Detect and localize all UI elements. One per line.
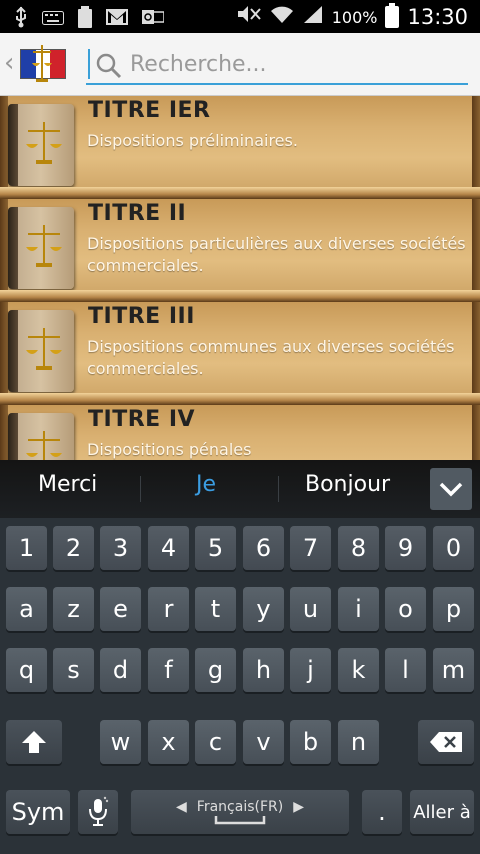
book-icon xyxy=(8,104,74,186)
mute-icon xyxy=(236,4,262,30)
key-5[interactable]: 5 xyxy=(195,526,236,570)
key-j[interactable]: j xyxy=(290,648,331,692)
item-title: TITRE II xyxy=(88,201,187,226)
chevron-left-icon: ◀ xyxy=(176,799,187,815)
key-4[interactable]: 4 xyxy=(148,526,189,570)
usb-icon xyxy=(14,6,28,34)
list-item[interactable]: TITRE IER Dispositions préliminaires. xyxy=(0,96,480,199)
chevron-down-icon xyxy=(439,482,463,497)
language-switcher: ◀ Français(FR) ▶ xyxy=(176,799,304,815)
key-t[interactable]: t xyxy=(195,587,236,631)
language-label: Français(FR) xyxy=(196,799,284,815)
key-o[interactable]: o xyxy=(385,587,426,631)
key-7[interactable]: 7 xyxy=(290,526,331,570)
item-description: Dispositions préliminaires. xyxy=(87,131,298,150)
period-key[interactable]: . xyxy=(362,790,402,834)
voice-input-key[interactable] xyxy=(78,790,118,834)
keyboard-icon xyxy=(42,9,64,31)
sym-key[interactable]: Sym xyxy=(6,790,70,834)
key-g[interactable]: g xyxy=(195,648,236,692)
key-w[interactable]: w xyxy=(100,720,141,764)
book-icon xyxy=(8,310,74,392)
shift-key[interactable] xyxy=(6,720,62,764)
suggestion-je[interactable]: Je xyxy=(196,472,216,497)
scales-icon xyxy=(32,45,52,82)
item-title: TITRE IV xyxy=(88,407,196,432)
suggestion-bonjour[interactable]: Bonjour xyxy=(305,472,390,497)
key-z[interactable]: z xyxy=(53,587,94,631)
collapse-suggestions-button[interactable] xyxy=(430,468,472,510)
back-chevron-icon[interactable]: ‹ xyxy=(4,49,14,77)
key-u[interactable]: u xyxy=(290,587,331,631)
key-x[interactable]: x xyxy=(148,720,189,764)
key-d[interactable]: d xyxy=(100,648,141,692)
microphone-icon xyxy=(89,796,109,826)
suggestion-merci[interactable]: Merci xyxy=(38,472,97,497)
space-bar-icon xyxy=(214,816,266,825)
list-item[interactable]: TITRE IV Dispositions pénales xyxy=(0,405,480,460)
list-item[interactable]: TITRE II Dispositions particulières aux … xyxy=(0,199,480,302)
key-area: 1 2 3 4 5 6 7 8 9 0 a z e r t y u i o p … xyxy=(0,518,480,854)
item-title: TITRE IER xyxy=(88,98,211,123)
titres-list: TITRE IER Dispositions préliminaires. TI… xyxy=(0,96,480,460)
key-k[interactable]: k xyxy=(338,648,379,692)
battery-icon xyxy=(385,3,400,28)
suggestion-bar: Merci Je Bonjour xyxy=(0,460,480,518)
go-key[interactable]: Aller à xyxy=(410,790,474,834)
chevron-right-icon: ▶ xyxy=(293,799,304,815)
backspace-icon xyxy=(430,732,462,752)
period-label: . xyxy=(378,798,386,826)
item-description: Dispositions particulières aux diverses … xyxy=(87,234,466,275)
key-s[interactable]: s xyxy=(53,648,94,692)
signal-icon xyxy=(302,4,324,30)
key-0[interactable]: 0 xyxy=(433,526,474,570)
book-icon xyxy=(8,413,74,460)
item-description: Dispositions pénales xyxy=(87,440,252,459)
list-item[interactable]: TITRE III Dispositions communes aux dive… xyxy=(0,302,480,405)
item-description: Dispositions communes aux diverses socié… xyxy=(87,337,455,378)
text-cursor xyxy=(88,49,90,79)
key-v[interactable]: v xyxy=(243,720,284,764)
space-key[interactable]: ◀ Français(FR) ▶ xyxy=(131,790,349,834)
wifi-icon xyxy=(270,4,294,30)
key-3[interactable]: 3 xyxy=(100,526,141,570)
book-icon xyxy=(8,207,74,289)
search-icon xyxy=(96,53,122,79)
key-1[interactable]: 1 xyxy=(6,526,47,570)
key-l[interactable]: l xyxy=(385,648,426,692)
key-f[interactable]: f xyxy=(148,648,189,692)
key-6[interactable]: 6 xyxy=(243,526,284,570)
backspace-key[interactable] xyxy=(418,720,474,764)
soft-keyboard: Merci Je Bonjour 1 2 3 4 5 6 7 8 9 0 a z… xyxy=(0,460,480,854)
key-i[interactable]: i xyxy=(338,587,379,631)
key-p[interactable]: p xyxy=(433,587,474,631)
battery-full-icon xyxy=(78,6,92,34)
search-header: ‹ xyxy=(0,33,480,96)
key-m[interactable]: m xyxy=(433,648,474,692)
key-r[interactable]: r xyxy=(148,587,189,631)
key-e[interactable]: e xyxy=(100,587,141,631)
app-logo-icon[interactable] xyxy=(20,43,66,83)
key-9[interactable]: 9 xyxy=(385,526,426,570)
status-bar: 100% 13:30 xyxy=(0,0,480,33)
battery-percent: 100% xyxy=(331,7,378,27)
outlook-icon xyxy=(142,8,165,32)
key-h[interactable]: h xyxy=(243,648,284,692)
clock: 13:30 xyxy=(407,5,468,29)
search-box[interactable] xyxy=(86,47,468,85)
key-2[interactable]: 2 xyxy=(53,526,94,570)
item-title: TITRE III xyxy=(88,304,195,329)
shift-arrow-icon xyxy=(22,731,46,753)
key-n[interactable]: n xyxy=(338,720,379,764)
gmail-icon xyxy=(106,9,128,31)
key-a[interactable]: a xyxy=(6,587,47,631)
key-y[interactable]: y xyxy=(243,587,284,631)
key-c[interactable]: c xyxy=(195,720,236,764)
key-q[interactable]: q xyxy=(6,648,47,692)
search-input[interactable] xyxy=(130,49,460,79)
key-8[interactable]: 8 xyxy=(338,526,379,570)
key-b[interactable]: b xyxy=(290,720,331,764)
